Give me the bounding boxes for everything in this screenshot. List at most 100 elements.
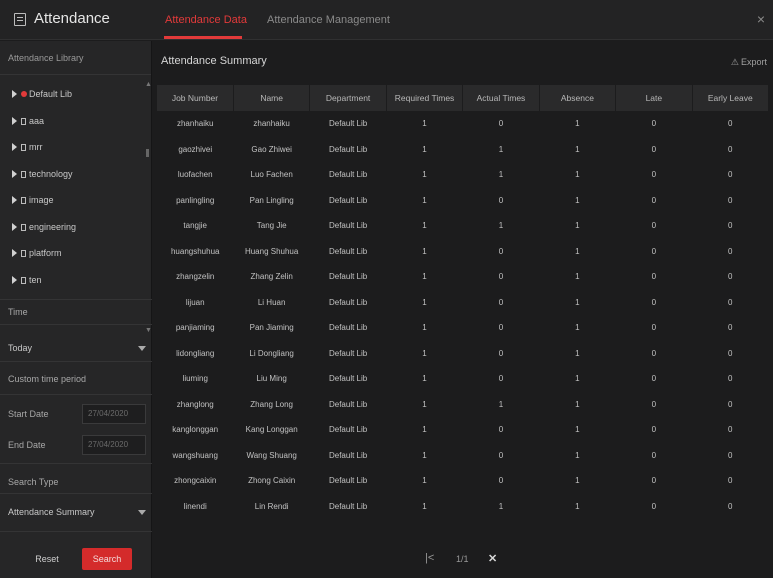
export-button[interactable]: ⚠ Export: [731, 57, 767, 68]
table-cell: Li Huan: [257, 297, 286, 307]
tab-attendance-data[interactable]: Attendance Data: [165, 14, 247, 26]
table-cell: 0: [498, 119, 504, 129]
attendance-app-icon: [14, 13, 26, 26]
expand-caret-icon[interactable]: [12, 169, 17, 178]
title-bar: Attendance Attendance Data Attendance Ma…: [0, 0, 773, 40]
tree-item-ten[interactable]: ten: [0, 267, 152, 294]
table-row[interactable]: liuming Liu Ming Default Lib 1 0 1 0 0: [157, 366, 769, 392]
table-cell: Default Lib: [328, 297, 368, 307]
table-cell: 1: [575, 195, 580, 205]
expand-caret-icon[interactable]: [12, 90, 17, 98]
table-cell: 1: [422, 501, 427, 511]
table-row[interactable]: zhongcaixin Zhong Caixin Default Lib 1 0 1 0 0: [157, 468, 769, 494]
divider: [0, 463, 152, 464]
start-date-label: Start Date: [8, 409, 49, 419]
table-cell: 1: [422, 476, 427, 486]
table-cell: Default Lib: [328, 170, 368, 180]
expand-caret-icon[interactable]: [12, 143, 17, 151]
tree-item-label: platform: [29, 248, 62, 258]
table-cell: 1: [575, 399, 580, 409]
expand-caret-icon[interactable]: [12, 116, 17, 125]
table-row[interactable]: zhanglong Zhang Long Default Lib 1 1 1 0 0: [157, 392, 769, 418]
table-row[interactable]: panlingling Pan Lingling Default Lib 1 0 1 0 0: [157, 188, 769, 214]
table-cell: 0: [498, 425, 504, 435]
table-cell: 0: [728, 272, 733, 282]
table-cell: 0: [651, 297, 657, 307]
reset-button[interactable]: Reset: [24, 548, 70, 570]
table-cell: Default Lib: [328, 450, 368, 460]
table-cell: 1: [575, 348, 580, 358]
expand-caret-icon[interactable]: [12, 249, 17, 257]
table-cell: 1: [498, 144, 504, 154]
table-cell: Lin Rendi: [254, 501, 289, 511]
table-row[interactable]: tangjie Tang Jie Default Lib 1 1 1 0 0: [157, 213, 769, 239]
search-type-select[interactable]: Attendance Summary: [8, 502, 150, 522]
time-select-value: Today: [8, 343, 33, 353]
table-cell: 0: [498, 476, 504, 486]
export-icon: ⚠: [730, 57, 739, 67]
tree-item-default-lib[interactable]: Default Lib: [0, 81, 152, 108]
table-cell: Default Lib: [328, 476, 368, 486]
table-row[interactable]: zhangzelin Zhang Zelin Default Lib 1 0 1 0 0: [157, 264, 769, 290]
table-cell: 1: [422, 144, 427, 154]
expand-caret-icon[interactable]: [12, 275, 17, 284]
table-row[interactable]: gaozhivei Gao Zhiwei Default Lib 1 1 1 0 0: [157, 137, 769, 163]
table-cell: 1: [575, 144, 580, 154]
tree-item-mrr[interactable]: mrr: [0, 134, 152, 161]
table-row[interactable]: lidongliang Li Dongliang Default Lib 1 0 1 0 0: [157, 341, 769, 367]
table-row[interactable]: linendi Lin Rendi Default Lib 1 1 1 0 0: [157, 494, 769, 520]
table-row[interactable]: wangshuang Wang Shuang Default Lib 1 0 1 0 0: [157, 443, 769, 469]
table-cell: lijuan: [185, 297, 205, 307]
table-row[interactable]: panjiaming Pan Jiaming Default Lib 1 0 1 0 0: [157, 315, 769, 341]
table-row[interactable]: huangshuhua Huang Shuhua Default Lib 1 0 1 0 0: [157, 239, 769, 265]
table-cell: 0: [498, 348, 504, 358]
last-page-button[interactable]: ✕: [488, 552, 497, 565]
table-cell: 0: [728, 399, 733, 409]
table-row[interactable]: zhanhaiku zhanhaiku Default Lib 1 0 1 0 0: [157, 111, 769, 137]
expand-caret-icon[interactable]: [12, 222, 17, 231]
scroll-up-icon[interactable]: ▲: [145, 81, 152, 88]
table-row[interactable]: luofachen Luo Fachen Default Lib 1 1 1 0 0: [157, 162, 769, 188]
table-cell: 0: [728, 221, 733, 231]
tree-item-aaa[interactable]: aaa: [0, 108, 152, 135]
table-cell: 0: [651, 425, 657, 435]
time-select[interactable]: Today: [8, 338, 150, 358]
app-title: Attendance: [34, 10, 110, 27]
table-cell: Wang Shuang: [246, 450, 297, 460]
close-icon[interactable]: ×: [757, 11, 765, 27]
table-cell: 0: [728, 425, 733, 435]
tree-item-image[interactable]: image: [0, 187, 152, 214]
table-row[interactable]: kanglonggan Kang Longgan Default Lib 1 0 1 0 0: [157, 417, 769, 443]
first-page-button[interactable]: |<: [425, 552, 434, 564]
table-cell: Li Dongliang: [249, 348, 294, 358]
divider: [0, 394, 152, 395]
table-cell: 1: [422, 119, 427, 129]
table-cell: 0: [728, 195, 733, 205]
table-cell: 1: [422, 246, 427, 256]
divider: [0, 324, 152, 325]
table-cell: 1: [422, 348, 427, 358]
tree-item-engineering[interactable]: engineering: [0, 214, 152, 241]
expand-caret-icon[interactable]: [12, 196, 17, 204]
tab-attendance-management[interactable]: Attendance Management: [267, 14, 390, 26]
table-cell: 0: [498, 195, 504, 205]
tree-item-technology[interactable]: technology: [0, 161, 152, 188]
table-cell: Kang Longgan: [245, 425, 298, 435]
start-date-input[interactable]: 27/04/2020: [82, 404, 146, 424]
table-cell: wangshuang: [172, 450, 218, 460]
tree-scrollbar[interactable]: [146, 149, 149, 157]
search-button[interactable]: Search: [82, 548, 132, 570]
table-cell: 1: [422, 170, 427, 180]
table-cell: 1: [575, 476, 580, 486]
end-date-input[interactable]: 27/04/2020: [82, 435, 146, 455]
table-cell: 0: [728, 501, 733, 511]
scroll-down-icon[interactable]: ▼: [145, 327, 152, 334]
table-cell: Pan Jiaming: [249, 323, 294, 333]
table-cell: 0: [651, 399, 657, 409]
column-header: Required Times: [386, 85, 464, 111]
library-header: Attendance Library: [0, 41, 151, 75]
table-cell: 1: [422, 374, 427, 384]
table-cell: 0: [651, 501, 657, 511]
tree-item-platform[interactable]: platform: [0, 240, 152, 267]
table-row[interactable]: lijuan Li Huan Default Lib 1 0 1 0 0: [157, 290, 769, 316]
